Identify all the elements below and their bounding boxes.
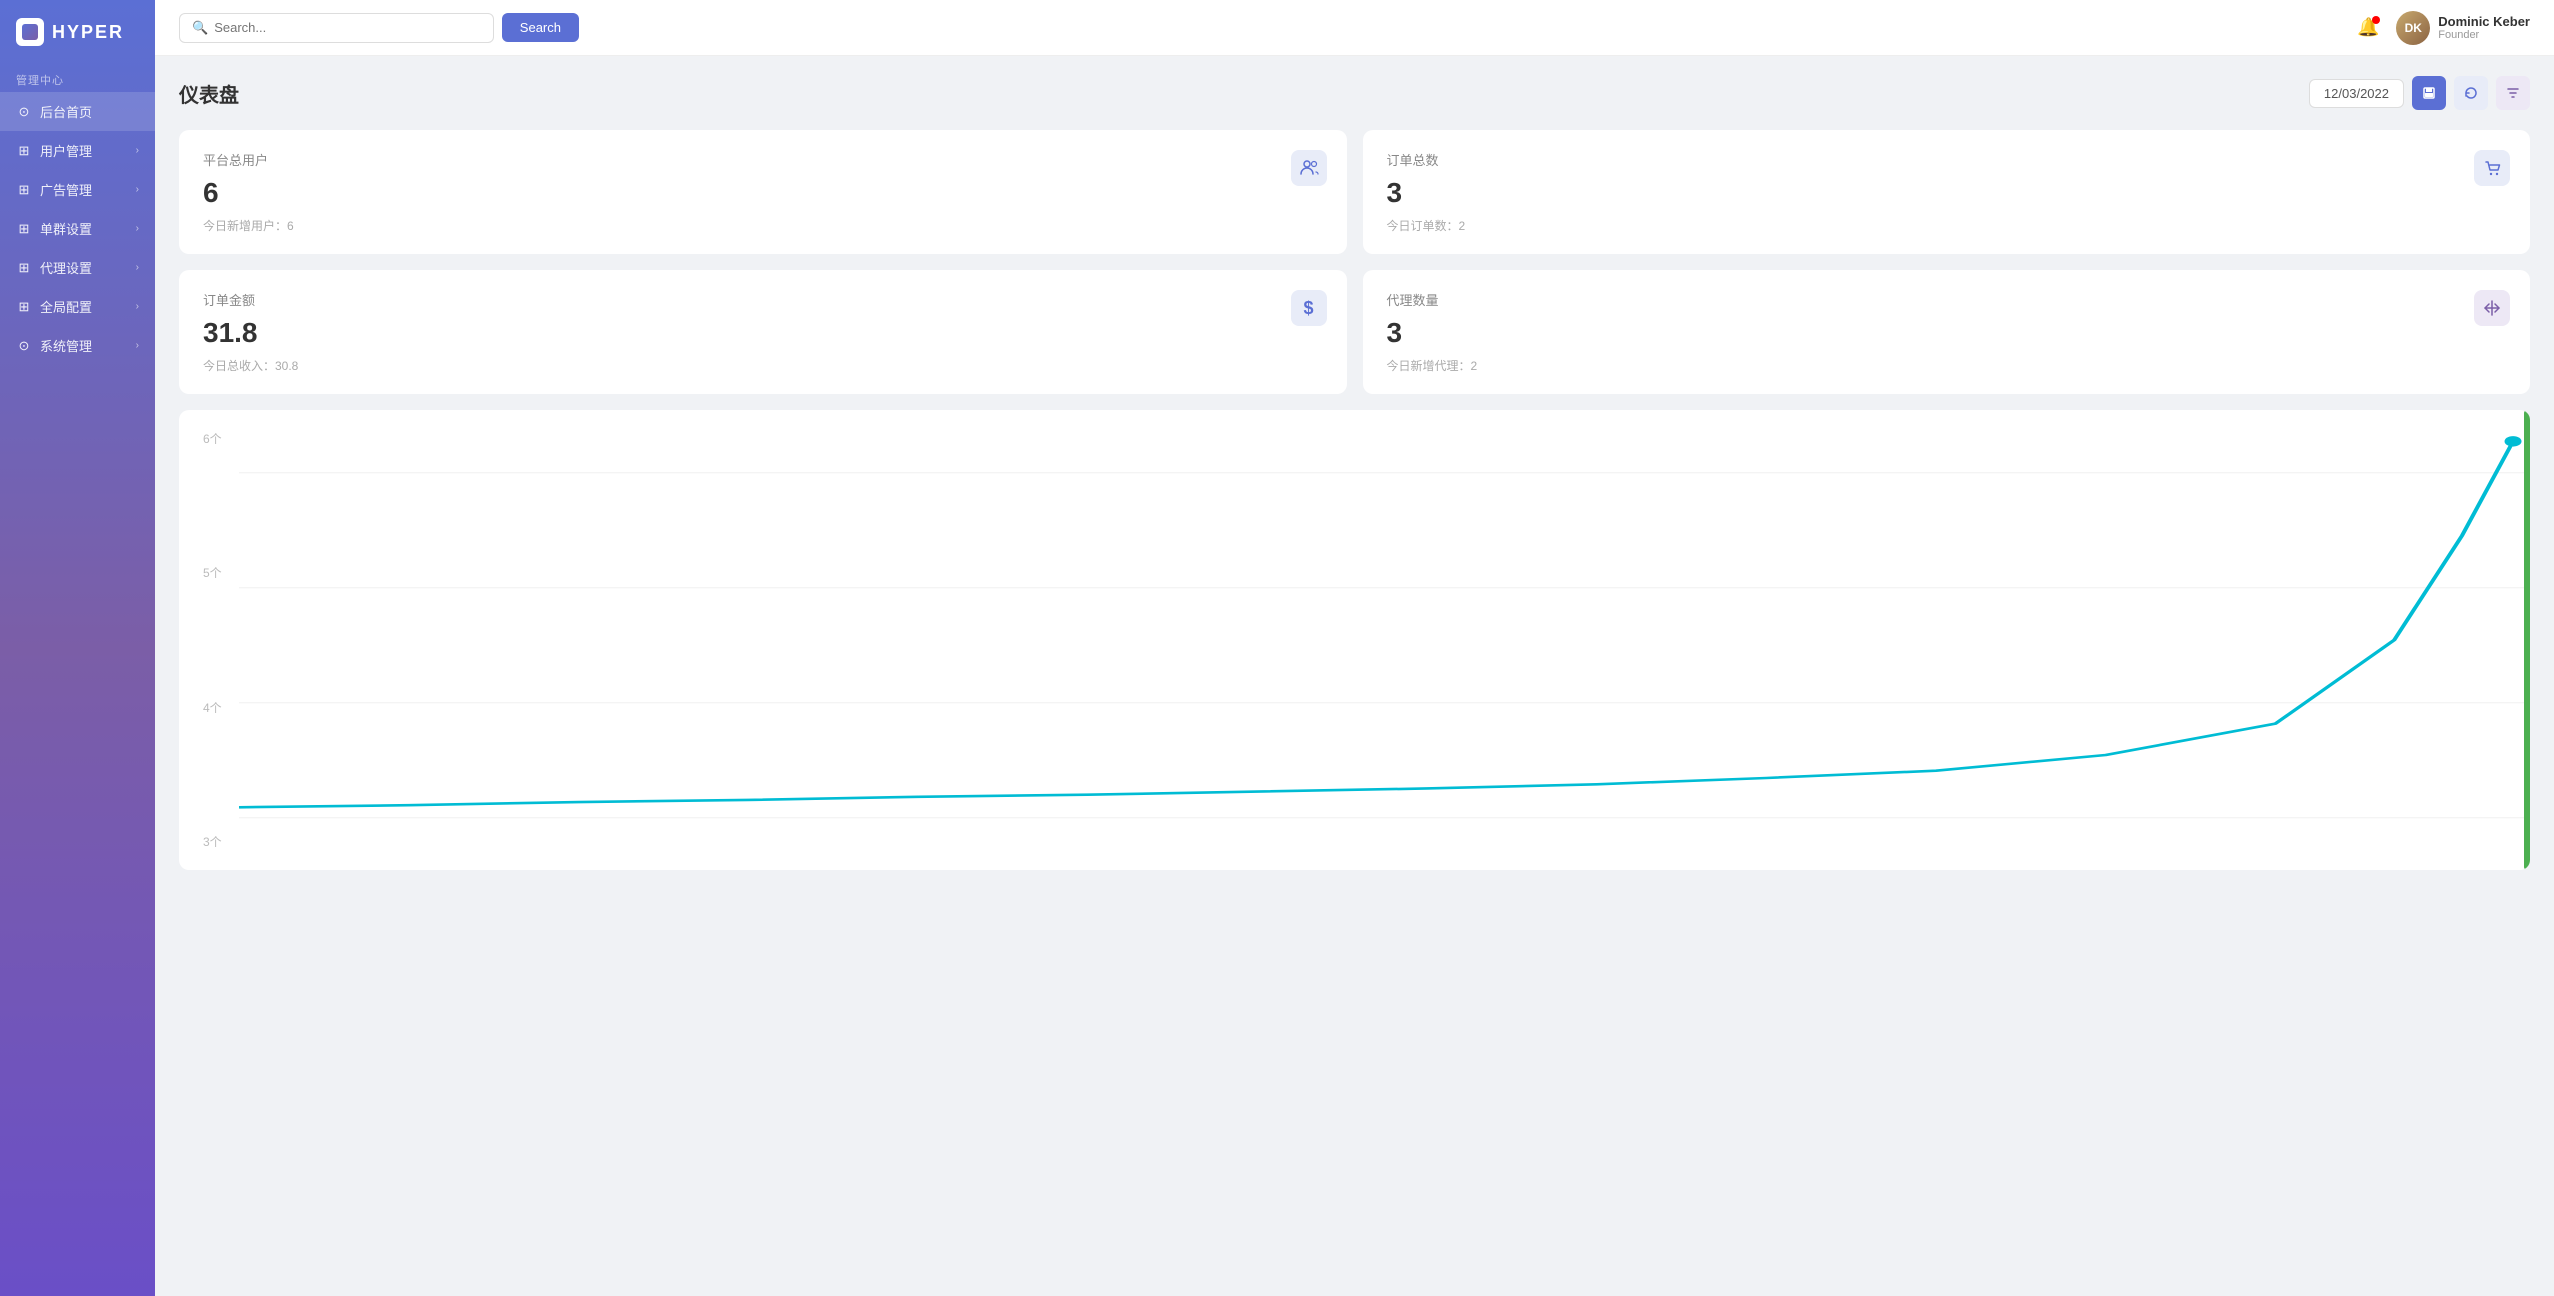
sidebar-item-groups[interactable]: ⊞ 单群设置 › (0, 209, 155, 248)
stat-card-total-users: 平台总用户 6 今日新增用户：6 (179, 130, 1347, 254)
users-stat-icon (1291, 150, 1327, 186)
user-name: Dominic Keber (2438, 14, 2530, 29)
chart-svg (239, 410, 2530, 870)
green-scrollbar (2524, 410, 2530, 870)
search-input[interactable] (214, 20, 481, 35)
chevron-icon: › (136, 223, 139, 234)
logo-icon (16, 18, 44, 46)
sidebar-item-agent[interactable]: ⊞ 代理设置 › (0, 248, 155, 287)
chevron-icon: › (136, 184, 139, 195)
groups-icon: ⊞ (16, 221, 32, 237)
home-icon: ⊙ (16, 104, 32, 120)
stat-card-order-amount: $ 订单金额 31.8 今日总收入：30.8 (179, 270, 1347, 394)
save-button[interactable] (2412, 76, 2446, 110)
chart-y-label-3: 3个 (203, 833, 222, 850)
chart-card: 6个 5个 4个 3个 (179, 410, 2530, 870)
sidebar-item-label: 单群设置 (40, 219, 128, 238)
chevron-icon: › (136, 301, 139, 312)
stat-card-agent-count: 代理数量 3 今日新增代理：2 (1363, 270, 2531, 394)
refresh-button[interactable] (2454, 76, 2488, 110)
ads-icon: ⊞ (16, 182, 32, 198)
chart-y-label-6: 6个 (203, 430, 222, 447)
sidebar-item-label: 广告管理 (40, 180, 128, 199)
agent-stat-icon (2474, 290, 2510, 326)
app-name: HYPER (52, 22, 124, 43)
stat-sub: 今日新增代理：2 (1387, 357, 2507, 374)
sidebar-item-global[interactable]: ⊞ 全局配置 › (0, 287, 155, 326)
content-area: 仪表盘 12/03/2022 (155, 56, 2554, 1296)
user-role: Founder (2438, 29, 2530, 41)
stat-sub: 今日订单数：2 (1387, 217, 2507, 234)
stat-value: 3 (1387, 177, 2507, 209)
stat-title: 订单金额 (203, 290, 1323, 309)
date-display: 12/03/2022 (2309, 79, 2404, 108)
page-title: 仪表盘 (179, 79, 239, 108)
sidebar-item-home[interactable]: ⊙ 后台首页 (0, 92, 155, 131)
header: 🔍 Search 🔔 DK Dominic Keber Founder (155, 0, 2554, 56)
chevron-icon: › (136, 145, 139, 156)
search-button[interactable]: Search (502, 13, 579, 42)
sidebar-item-users[interactable]: ⊞ 用户管理 › (0, 131, 155, 170)
filter-button[interactable] (2496, 76, 2530, 110)
search-container: 🔍 Search (179, 13, 579, 43)
notification-bell[interactable]: 🔔 (2352, 12, 2384, 44)
stat-title: 订单总数 (1387, 150, 2507, 169)
sidebar-item-label: 用户管理 (40, 141, 128, 160)
stat-value: 6 (203, 177, 1323, 209)
chart-y-label-4: 4个 (203, 699, 222, 716)
sidebar-item-label: 后台首页 (40, 102, 139, 121)
orders-stat-icon (2474, 150, 2510, 186)
search-icon: 🔍 (192, 20, 208, 36)
sidebar-item-ads[interactable]: ⊞ 广告管理 › (0, 170, 155, 209)
user-text: Dominic Keber Founder (2438, 14, 2530, 41)
stat-title: 平台总用户 (203, 150, 1323, 169)
stat-title: 代理数量 (1387, 290, 2507, 309)
stat-value: 31.8 (203, 317, 1323, 349)
main-area: 🔍 Search 🔔 DK Dominic Keber Founder 仪表盘 … (155, 0, 2554, 1296)
agent-icon: ⊞ (16, 260, 32, 276)
sidebar-item-system[interactable]: ⊙ 系统管理 › (0, 326, 155, 365)
page-header: 仪表盘 12/03/2022 (179, 76, 2530, 110)
search-input-wrap[interactable]: 🔍 (179, 13, 494, 43)
page-header-actions: 12/03/2022 (2309, 76, 2530, 110)
stat-value: 3 (1387, 317, 2507, 349)
notification-badge (2372, 16, 2380, 24)
stat-sub: 今日总收入：30.8 (203, 357, 1323, 374)
filter-icon (2506, 86, 2520, 100)
chart-area (239, 410, 2530, 870)
sidebar-item-label: 全局配置 (40, 297, 128, 316)
sidebar: HYPER 管理中心 ⊙ 后台首页 ⊞ 用户管理 › ⊞ 广告管理 › ⊞ 单群… (0, 0, 155, 1296)
stats-grid: 平台总用户 6 今日新增用户：6 订单总数 3 今日订单数：2 $ 订单金额 3… (179, 130, 2530, 394)
stat-card-total-orders: 订单总数 3 今日订单数：2 (1363, 130, 2531, 254)
amount-stat-icon: $ (1291, 290, 1327, 326)
sidebar-item-label: 系统管理 (40, 336, 128, 355)
system-icon: ⊙ (16, 338, 32, 354)
avatar: DK (2396, 11, 2430, 45)
chart-y-labels: 6个 5个 4个 3个 (203, 430, 222, 850)
chevron-icon: › (136, 340, 139, 351)
user-info[interactable]: DK Dominic Keber Founder (2396, 11, 2530, 45)
global-icon: ⊞ (16, 299, 32, 315)
refresh-icon (2464, 86, 2478, 100)
sidebar-logo: HYPER (0, 0, 155, 64)
users-icon: ⊞ (16, 143, 32, 159)
chevron-icon: › (136, 262, 139, 273)
stat-sub: 今日新增用户：6 (203, 217, 1323, 234)
save-icon (2422, 86, 2436, 100)
sidebar-item-label: 代理设置 (40, 258, 128, 277)
chart-y-label-5: 5个 (203, 564, 222, 581)
sidebar-section-label: 管理中心 (0, 64, 155, 92)
